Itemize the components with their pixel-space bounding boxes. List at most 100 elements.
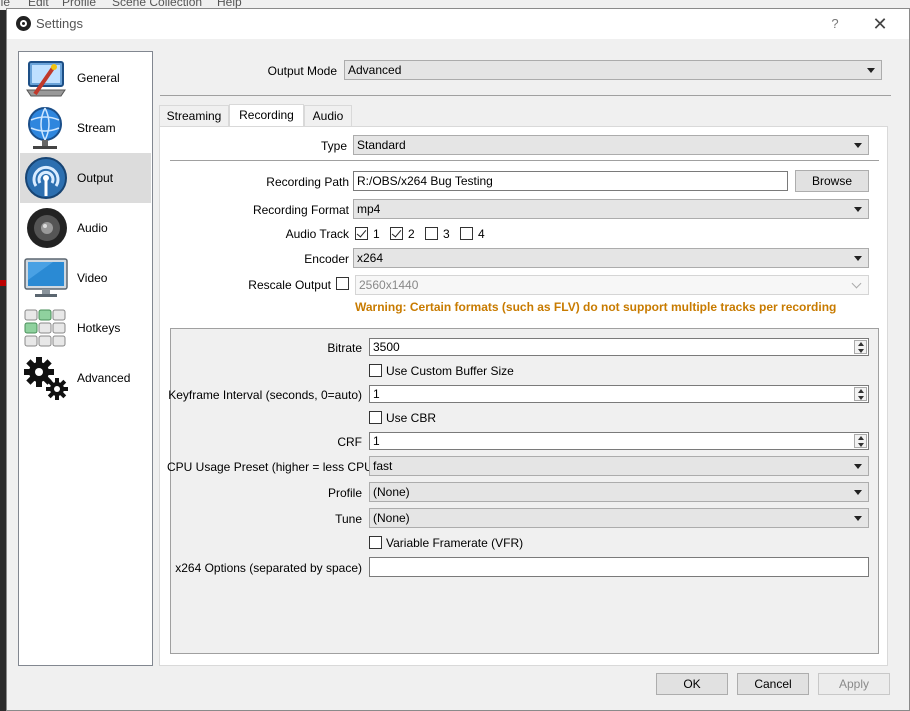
spin-down-icon bbox=[858, 396, 864, 400]
recording-path-input[interactable]: R:/OBS/x264 Bug Testing bbox=[353, 171, 788, 191]
rescale-resolution-value: 2560x1440 bbox=[359, 278, 419, 292]
audio-track-4-checkbox[interactable] bbox=[460, 227, 473, 240]
obs-logo-icon bbox=[16, 16, 31, 31]
sidebar-item-stream[interactable]: Stream bbox=[20, 103, 151, 153]
keyframe-interval-label: Keyframe Interval (seconds, 0=auto) bbox=[168, 388, 362, 402]
bitrate-spinbox[interactable]: 3500 bbox=[369, 338, 869, 356]
sidebar-item-output[interactable]: Output bbox=[20, 153, 151, 203]
cpu-preset-value: fast bbox=[373, 459, 393, 473]
sidebar-item-label: Audio bbox=[77, 221, 108, 235]
recording-format-select[interactable]: mp4 bbox=[353, 199, 869, 219]
recording-path-label: Recording Path bbox=[266, 175, 349, 189]
output-mode-select[interactable]: Advanced bbox=[344, 60, 882, 80]
chevron-down-icon bbox=[854, 464, 862, 469]
chevron-down-icon bbox=[854, 207, 862, 212]
audio-track-label: Audio Track bbox=[285, 227, 349, 241]
cancel-button[interactable]: Cancel bbox=[737, 673, 809, 695]
chevron-down-icon bbox=[851, 278, 862, 289]
tune-select[interactable]: (None) bbox=[369, 508, 869, 528]
type-value: Standard bbox=[357, 138, 406, 152]
output-icon bbox=[25, 157, 67, 199]
x264-options-label: x264 Options (separated by space) bbox=[175, 561, 362, 575]
spin-up-icon bbox=[858, 342, 864, 346]
divider bbox=[170, 160, 879, 161]
tune-label: Tune bbox=[335, 512, 362, 526]
tab-streaming[interactable]: Streaming bbox=[159, 105, 229, 127]
crf-value: 1 bbox=[373, 434, 380, 448]
settings-sidebar: General Stream Output Audio Video Hotkey… bbox=[18, 51, 153, 666]
chevron-down-icon bbox=[867, 68, 875, 73]
sidebar-item-hotkeys[interactable]: Hotkeys bbox=[20, 303, 151, 353]
rescale-output-checkbox[interactable] bbox=[336, 277, 349, 290]
chevron-down-icon bbox=[854, 490, 862, 495]
chevron-down-icon bbox=[854, 516, 862, 521]
audio-track-2-checkbox[interactable] bbox=[390, 227, 403, 240]
chevron-down-icon bbox=[854, 256, 862, 261]
encoder-value: x264 bbox=[357, 251, 384, 265]
bitrate-value: 3500 bbox=[373, 340, 400, 354]
rescale-resolution-select: 2560x1440 bbox=[355, 275, 869, 295]
spin-up-icon bbox=[858, 436, 864, 440]
sidebar-item-label: General bbox=[77, 71, 120, 85]
spin-buttons[interactable] bbox=[854, 340, 867, 354]
tab-audio[interactable]: Audio bbox=[304, 105, 352, 127]
use-cbr-checkbox[interactable] bbox=[369, 411, 382, 424]
recording-format-label: Recording Format bbox=[252, 203, 349, 217]
spin-up-icon bbox=[858, 389, 864, 393]
vfr-checkbox[interactable] bbox=[369, 536, 382, 549]
custom-buffer-label: Use Custom Buffer Size bbox=[386, 364, 514, 378]
spin-buttons[interactable] bbox=[854, 434, 867, 448]
spin-buttons[interactable] bbox=[854, 387, 867, 401]
sidebar-item-label: Video bbox=[77, 271, 108, 285]
sidebar-item-label: Output bbox=[77, 171, 114, 185]
profile-value: (None) bbox=[373, 485, 410, 499]
close-button[interactable]: ✕ bbox=[869, 13, 891, 35]
vfr-label: Variable Framerate (VFR) bbox=[386, 536, 524, 550]
help-button[interactable]: ? bbox=[825, 14, 845, 34]
crf-spinbox[interactable]: 1 bbox=[369, 432, 869, 450]
x264-options-input[interactable] bbox=[369, 557, 869, 577]
dialog-title: Settings bbox=[36, 16, 83, 31]
multitrack-warning: Warning: Certain formats (such as FLV) d… bbox=[355, 300, 837, 314]
ok-button[interactable]: OK bbox=[656, 673, 728, 695]
rescale-output-label: Rescale Output bbox=[248, 278, 331, 292]
output-mode-value: Advanced bbox=[348, 63, 402, 77]
audio-track-3-label: 3 bbox=[443, 227, 450, 241]
sidebar-item-label: Hotkeys bbox=[77, 321, 121, 335]
profile-select[interactable]: (None) bbox=[369, 482, 869, 502]
spin-down-icon bbox=[858, 349, 864, 353]
audio-track-2-label: 2 bbox=[408, 227, 415, 241]
divider bbox=[160, 95, 891, 96]
title-bar: Settings ? ✕ bbox=[7, 9, 909, 39]
sidebar-item-advanced[interactable]: Advanced bbox=[20, 353, 151, 403]
speaker-icon bbox=[27, 208, 67, 248]
custom-buffer-checkbox[interactable] bbox=[369, 364, 382, 377]
sidebar-item-label: Advanced bbox=[77, 371, 131, 385]
monitor-icon bbox=[24, 258, 68, 297]
spin-down-icon bbox=[858, 443, 864, 447]
tab-recording[interactable]: Recording bbox=[229, 104, 304, 127]
crf-label: CRF bbox=[337, 435, 362, 449]
browse-button[interactable]: Browse bbox=[795, 170, 869, 192]
sidebar-item-video[interactable]: Video bbox=[20, 253, 151, 303]
audio-track-3-checkbox[interactable] bbox=[425, 227, 438, 240]
sidebar-item-audio[interactable]: Audio bbox=[20, 203, 151, 253]
stream-icon bbox=[28, 107, 62, 149]
profile-label: Profile bbox=[327, 486, 362, 500]
general-icon bbox=[26, 61, 66, 97]
gears-icon bbox=[24, 357, 68, 400]
use-cbr-label: Use CBR bbox=[386, 411, 437, 425]
sidebar-item-general[interactable]: General bbox=[20, 53, 151, 103]
encoder-select[interactable]: x264 bbox=[353, 248, 869, 268]
tune-value: (None) bbox=[373, 511, 410, 525]
keyframe-interval-spinbox[interactable]: 1 bbox=[369, 385, 869, 403]
chevron-down-icon bbox=[854, 143, 862, 148]
hotkeys-icon bbox=[24, 309, 66, 347]
keyframe-interval-value: 1 bbox=[373, 387, 380, 401]
apply-button[interactable]: Apply bbox=[818, 673, 890, 695]
output-mode-label: Output Mode bbox=[267, 64, 337, 78]
bitrate-label: Bitrate bbox=[327, 341, 362, 355]
cpu-preset-select[interactable]: fast bbox=[369, 456, 869, 476]
audio-track-1-checkbox[interactable] bbox=[355, 227, 368, 240]
type-select[interactable]: Standard bbox=[353, 135, 869, 155]
